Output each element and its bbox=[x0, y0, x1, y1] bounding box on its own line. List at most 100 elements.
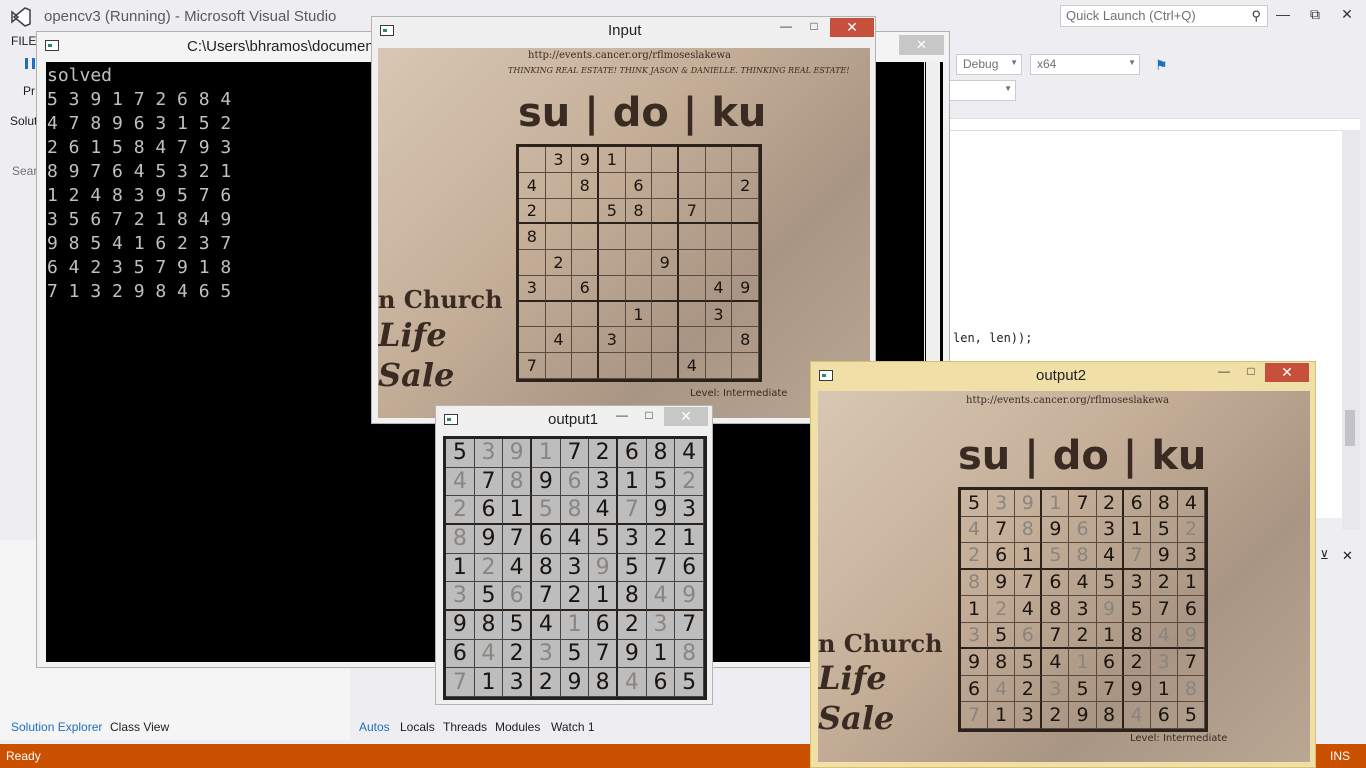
sudoku-cell: 7 bbox=[617, 496, 647, 525]
sudoku-cell: 6 bbox=[1150, 702, 1178, 729]
output2-window[interactable]: output2 — □ ✕ http://events.cancer.org/r… bbox=[810, 361, 1316, 768]
output2-minimize-button[interactable]: — bbox=[1214, 364, 1234, 378]
sudoku-cell: 5 bbox=[1177, 702, 1205, 729]
sudoku-cell: 9 bbox=[646, 496, 676, 525]
sudoku-cell: 8 bbox=[617, 582, 647, 611]
sudoku-cell: 7 bbox=[1123, 543, 1151, 570]
sudoku-cell: 8 bbox=[646, 439, 676, 468]
tab-autos[interactable]: Autos bbox=[359, 720, 390, 734]
tab-threads[interactable]: Threads bbox=[443, 720, 487, 734]
sudoku-cell: 5 bbox=[589, 524, 618, 554]
editor-scrollbar[interactable] bbox=[1342, 130, 1360, 530]
sudoku-cell bbox=[598, 172, 626, 199]
editor-scroll-thumb[interactable] bbox=[1345, 410, 1355, 446]
sudoku-cell bbox=[652, 224, 679, 251]
sudoku-cell bbox=[519, 147, 546, 173]
sudoku-cell bbox=[705, 250, 733, 276]
tab-solution-explorer[interactable]: Solution Explorer bbox=[11, 720, 102, 734]
input-maximize-button[interactable]: □ bbox=[804, 19, 824, 33]
sudoku-cell: 3 bbox=[519, 275, 546, 302]
status-ready: Ready bbox=[6, 749, 41, 763]
sudoku-cell: 9 bbox=[572, 147, 599, 173]
sudoku-cell: 5 bbox=[598, 198, 626, 225]
sudoku-cell: 7 bbox=[646, 553, 676, 583]
tab-class-view[interactable]: Class View bbox=[110, 720, 169, 734]
quick-launch-input[interactable]: Quick Launch (Ctrl+Q) ⚲ bbox=[1060, 5, 1268, 27]
minimize-button[interactable]: — bbox=[1272, 6, 1294, 22]
output1-app-icon bbox=[444, 414, 458, 425]
sudoku-cell: 6 bbox=[560, 467, 590, 497]
sudoku-cell: 4 bbox=[474, 639, 504, 669]
sudoku-cell: 4 bbox=[531, 610, 561, 640]
platform-select[interactable]: x64 ▼ bbox=[1030, 54, 1140, 75]
sudoku-cell bbox=[572, 198, 599, 225]
sudoku-cell: 2 bbox=[988, 596, 1016, 623]
input-close-button[interactable]: ✕ bbox=[830, 18, 874, 37]
tab-watch-1[interactable]: Watch 1 bbox=[551, 720, 595, 734]
output2-maximize-button[interactable]: □ bbox=[1241, 364, 1261, 378]
sudoku-cell: 3 bbox=[961, 622, 989, 650]
output2-image: http://events.cancer.org/rflmoseslakewa … bbox=[818, 391, 1310, 762]
sudoku-cell: 6 bbox=[961, 675, 989, 703]
sudoku-cell: 8 bbox=[446, 524, 475, 554]
pause-icon[interactable] bbox=[25, 58, 35, 69]
sudoku-cell: 6 bbox=[503, 582, 532, 611]
sudoku-cell bbox=[732, 250, 759, 276]
sudoku-cell: 4 bbox=[1096, 543, 1124, 570]
sudoku-cell bbox=[598, 353, 626, 379]
sudoku-cell: 9 bbox=[652, 250, 679, 276]
editor-navigation-bar bbox=[950, 118, 1360, 130]
tab-modules[interactable]: Modules bbox=[495, 720, 540, 734]
sudoku-cell: 8 bbox=[1015, 516, 1043, 544]
output1-title: output1 bbox=[548, 411, 599, 428]
pin-icon[interactable]: ⚑ bbox=[1155, 57, 1168, 74]
sudoku-cell: 7 bbox=[519, 353, 546, 379]
sudoku-cell bbox=[652, 198, 679, 225]
sudoku-cell bbox=[705, 327, 733, 354]
sudoku-cell: 2 bbox=[589, 439, 618, 468]
sudoku-cell: 1 bbox=[1015, 543, 1043, 570]
output1-title-bar[interactable]: output1 — □ ✕ bbox=[436, 406, 712, 434]
output2-close-button[interactable]: ✕ bbox=[1265, 363, 1309, 382]
pane-pin-icon[interactable]: ⊻ bbox=[1320, 548, 1329, 562]
output2-level: Level: Intermediate bbox=[1130, 733, 1228, 744]
input-minimize-button[interactable]: — bbox=[776, 19, 796, 33]
sudoku-cell bbox=[545, 275, 573, 302]
sudoku-cell: 2 bbox=[732, 172, 759, 199]
sudoku-cell: 6 bbox=[446, 639, 475, 669]
close-icon[interactable]: ✕ bbox=[1336, 6, 1358, 23]
pane-close-icon[interactable]: ✕ bbox=[1342, 548, 1353, 564]
menu-file[interactable]: FILE bbox=[11, 34, 36, 48]
output2-title-bar[interactable]: output2 — □ ✕ bbox=[811, 362, 1315, 390]
input-title-bar[interactable]: Input — □ ✕ bbox=[372, 17, 875, 45]
sudoku-cell bbox=[572, 224, 599, 251]
input-url: http://events.cancer.org/rflmoseslakewa bbox=[528, 50, 731, 61]
sudoku-cell: 4 bbox=[678, 353, 706, 379]
sudoku-cell: 9 bbox=[675, 582, 704, 611]
sudoku-cell bbox=[678, 301, 706, 328]
output1-close-button[interactable]: ✕ bbox=[664, 407, 708, 426]
sudoku-cell: 5 bbox=[474, 582, 504, 611]
visual-studio-logo-icon bbox=[11, 7, 31, 27]
sudoku-cell: 7 bbox=[446, 668, 475, 697]
tab-locals[interactable]: Locals bbox=[400, 720, 435, 734]
sudoku-cell: 2 bbox=[1069, 622, 1097, 650]
code-line: len, len)); bbox=[953, 331, 1033, 345]
thread-select[interactable]: ▼ bbox=[948, 80, 1016, 101]
sudoku-cell: 3 bbox=[617, 524, 647, 554]
output1-minimize-button[interactable]: — bbox=[612, 408, 632, 422]
output1-window[interactable]: output1 — □ ✕ 53917268447896315226158479… bbox=[435, 405, 713, 705]
input-window[interactable]: Input — □ ✕ http://events.cancer.org/rfl… bbox=[371, 16, 940, 431]
restore-button[interactable]: ⧉ bbox=[1304, 6, 1326, 23]
output1-maximize-button[interactable]: □ bbox=[639, 408, 659, 422]
config-select[interactable]: Debug ▼ bbox=[956, 54, 1022, 75]
sudoku-cell: 8 bbox=[961, 569, 989, 597]
sudoku-cell: 1 bbox=[531, 439, 561, 468]
sudoku-cell: 4 bbox=[560, 524, 590, 554]
sudoku-cell bbox=[732, 301, 759, 328]
sudoku-cell: 1 bbox=[625, 301, 653, 328]
sudoku-cell: 4 bbox=[1150, 622, 1178, 650]
sudoku-cell: 3 bbox=[560, 553, 590, 583]
sudoku-cell: 6 bbox=[625, 172, 653, 199]
console-close-button[interactable]: ✕ bbox=[899, 35, 944, 55]
